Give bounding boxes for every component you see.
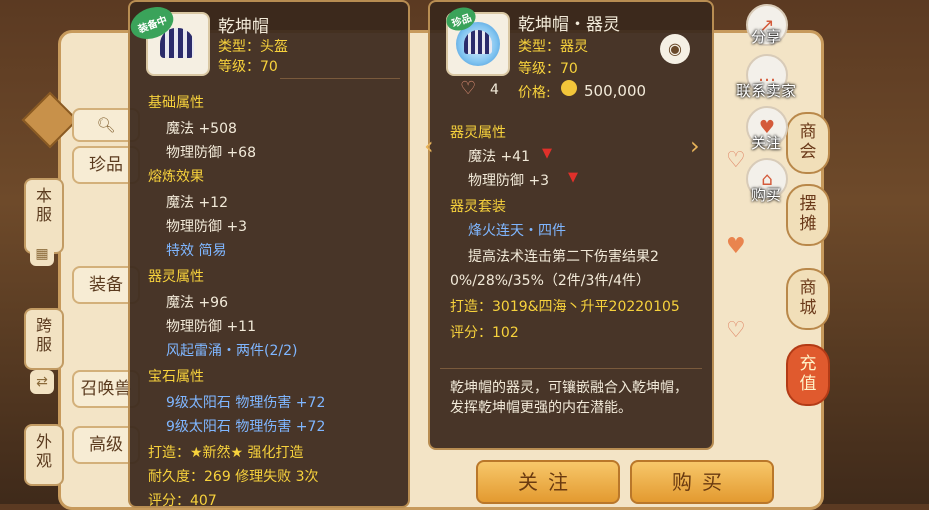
category-label: 高级 xyxy=(89,435,123,455)
score: 评分：407 xyxy=(148,493,217,509)
stat-line: 魔法 +96 xyxy=(166,295,228,311)
share-label: 分享 xyxy=(750,28,781,46)
section-title: 熔炼效果 xyxy=(148,169,204,185)
stat-line: 物理防御 +11 xyxy=(166,319,256,335)
gem-line: 9级太阳石 物理伤害 +72 xyxy=(166,419,326,435)
category-label: 召唤兽 xyxy=(80,379,132,399)
special-effect: 特效 简易 xyxy=(166,243,227,259)
divider xyxy=(440,368,702,369)
set-name: 烽火连天・四件 xyxy=(468,223,566,239)
buy-button[interactable]: 购买 xyxy=(630,460,774,504)
prev-arrow-icon[interactable]: ‹ xyxy=(424,132,434,160)
durability: 耐久度：269 修理失败 3次 xyxy=(148,469,319,485)
item-description: 乾坤帽的器灵，可镶嵌融合入乾坤帽，发挥乾坤帽更强的内在潜能。 xyxy=(450,380,688,416)
side-tab-label: 本服 xyxy=(35,186,52,224)
stat-line: 魔法 +508 xyxy=(166,121,237,137)
gem-line: 9级太阳石 物理伤害 +72 xyxy=(166,395,326,411)
favorite-heart-icon[interactable]: ♡ xyxy=(726,318,746,343)
score: 评分：102 xyxy=(450,325,519,341)
forge-info: 打造：★新然★ 强化打造 xyxy=(148,445,304,461)
forge-info: 打造：3019&四海丶升平20220105 xyxy=(450,299,680,315)
right-tab-label: 充值 xyxy=(799,354,817,394)
swap-icon[interactable]: ⇄ xyxy=(30,370,54,394)
price-label: 价格: xyxy=(518,85,551,101)
follow-label: 关注 xyxy=(750,134,781,152)
set-bonus: 风起雷涌・两件(2/2) xyxy=(166,343,298,359)
down-arrow-icon: ▼ xyxy=(542,146,552,161)
stat-line: 物理防御 +68 xyxy=(166,145,256,161)
side-tab-cross[interactable]: 跨服 xyxy=(24,308,64,370)
stat-line: 物理防御 +3 xyxy=(166,219,248,235)
eye-icon[interactable]: ◉ xyxy=(660,34,690,64)
coin-icon xyxy=(561,80,577,96)
right-tab-label: 商城 xyxy=(799,278,817,318)
section-title: 器灵属性 xyxy=(148,269,204,285)
equipment-tooltip: 装备中 乾坤帽 类型：头盔 等级：70 基础属性 魔法 +508 物理防御 +6… xyxy=(126,0,410,509)
side-tab-label: 外观 xyxy=(35,432,52,470)
stat-line: 魔法 +12 xyxy=(166,195,228,211)
set-desc: 0%/28%/35%（2件/3件/4件） xyxy=(450,273,651,289)
section-title: 基础属性 xyxy=(148,95,204,111)
like-count: 4 xyxy=(490,82,499,98)
heart-outline-icon: ♡ xyxy=(460,78,477,99)
price-value: 500,000 xyxy=(584,82,647,100)
favorite-heart-icon[interactable]: ♥ xyxy=(726,234,746,259)
item-type: 类型：器灵 xyxy=(518,39,588,55)
section-title: 器灵属性 xyxy=(450,125,506,141)
item-name: 乾坤帽・器灵 xyxy=(518,15,620,35)
section-title: 宝石属性 xyxy=(148,369,204,385)
stat-line: 魔法 +41 xyxy=(468,149,530,165)
item-level: 等级：70 xyxy=(218,59,278,75)
side-tab-appearance[interactable]: 外观 xyxy=(24,424,64,486)
grid-icon[interactable]: ▦ xyxy=(30,242,54,266)
contact-seller-label: 联系卖家 xyxy=(735,82,796,100)
side-tab-label: 跨服 xyxy=(35,316,52,354)
item-name: 乾坤帽 xyxy=(218,17,269,37)
set-desc: 提高法术连击第二下伤害结果2 xyxy=(468,249,659,265)
item-level: 等级：70 xyxy=(518,61,578,77)
divider xyxy=(280,78,400,79)
item-type: 类型：头盔 xyxy=(218,39,288,55)
section-title: 器灵套装 xyxy=(450,199,506,215)
follow-button[interactable]: 关注 xyxy=(476,460,620,504)
hat-icon xyxy=(464,30,492,54)
buy-label: 购买 xyxy=(750,186,781,204)
right-tab-recharge[interactable]: 充值 xyxy=(786,344,830,406)
right-tab-mall[interactable]: 商城 xyxy=(786,268,830,330)
down-arrow-icon: ▼ xyxy=(568,170,578,185)
spirit-tooltip: 珍品 乾坤帽・器灵 类型：器灵 等级：70 ◉ ♡ 4 价格: 500,000 … xyxy=(424,0,714,450)
category-label: 装备 xyxy=(89,275,123,295)
category-label: 珍品 xyxy=(89,155,123,175)
next-arrow-icon[interactable]: › xyxy=(690,132,700,160)
stat-line: 物理防御 +3 xyxy=(468,173,550,189)
